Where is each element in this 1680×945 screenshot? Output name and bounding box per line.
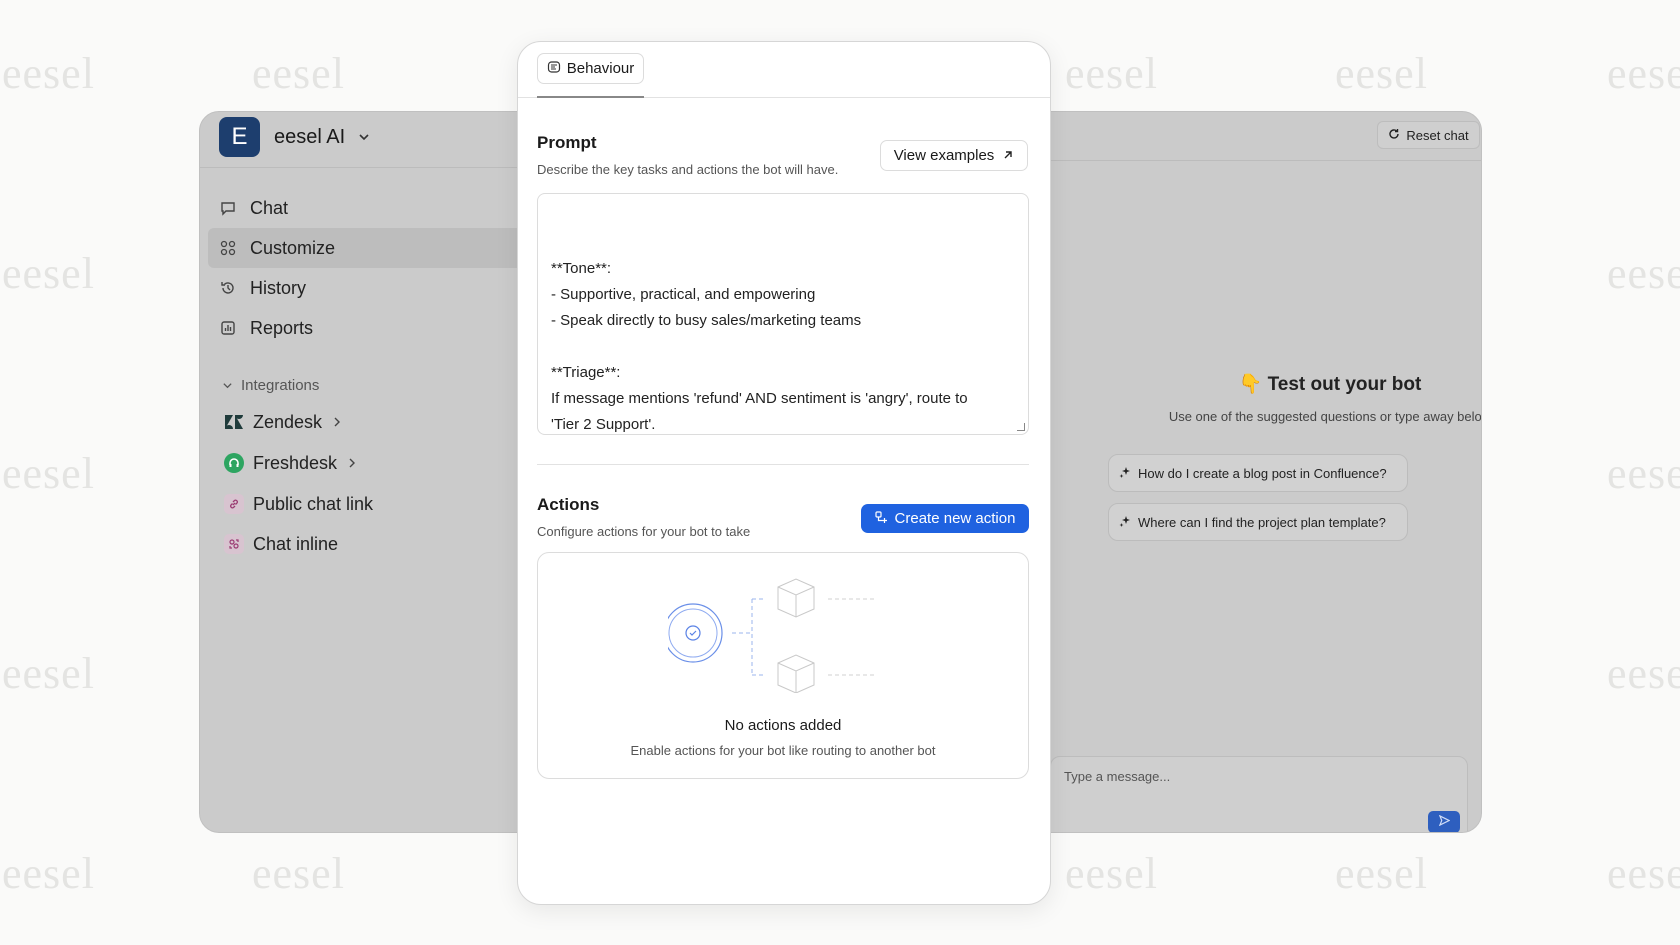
watermark-text: eesel: [1607, 49, 1680, 98]
view-examples-label: View examples: [893, 147, 995, 164]
nav-item-history[interactable]: History: [208, 268, 528, 308]
integration-freshdesk[interactable]: Freshdesk: [224, 447, 357, 479]
send-button[interactable]: [1428, 811, 1460, 832]
nav-item-customize[interactable]: Customize: [208, 228, 528, 268]
zendesk-icon: [224, 412, 244, 432]
nav-item-reports[interactable]: Reports: [208, 308, 528, 348]
test-bot-title: 👇 Test out your bot: [1238, 374, 1422, 395]
watermark-text: eesel: [2, 449, 95, 498]
watermark-text: eesel: [1335, 49, 1428, 98]
tab-active-indicator: [537, 96, 644, 98]
empty-state-title: No actions added: [724, 717, 842, 734]
section-divider: [537, 464, 1029, 465]
nav-label: History: [250, 277, 307, 298]
tab-behaviour[interactable]: Behaviour: [537, 53, 644, 84]
watermark-text: eesel: [1065, 849, 1158, 898]
suggested-question-text: Where can I find the project plan templa…: [1138, 514, 1386, 530]
chat-bubble-icon: [220, 200, 236, 216]
chat-inline-icon: [224, 534, 244, 554]
chevron-down-icon: [358, 130, 370, 146]
integration-chat-inline[interactable]: Chat inline: [224, 528, 338, 560]
suggested-question-text: How do I create a blog post in Confluenc…: [1138, 465, 1387, 481]
test-bot-subtitle: Use one of the suggested questions or ty…: [1168, 409, 1482, 424]
integration-label: Public chat link: [253, 493, 374, 514]
tab-label: Behaviour: [566, 60, 635, 77]
reports-icon: [220, 320, 236, 336]
view-examples-button[interactable]: View examples: [880, 140, 1028, 171]
send-icon: [1438, 814, 1450, 829]
watermark-text: eesel: [2, 249, 95, 298]
prompt-subtitle: Describe the key tasks and actions the b…: [537, 162, 839, 177]
integration-public-chat-link[interactable]: Public chat link: [224, 488, 373, 520]
actions-illustration: [668, 578, 876, 693]
integrations-label: Integrations: [241, 377, 320, 394]
watermark-text: eesel: [1607, 649, 1680, 698]
tab-bar: Behaviour: [518, 42, 1050, 98]
nav-label: Chat: [250, 197, 289, 218]
prompt-title: Prompt: [537, 133, 597, 152]
watermark-text: eesel: [2, 649, 95, 698]
integration-zendesk[interactable]: Zendesk: [224, 406, 342, 438]
message-input-placeholder: Type a message...: [1064, 769, 1171, 784]
chevron-right-icon: [332, 414, 342, 430]
actions-subtitle: Configure actions for your bot to take: [537, 524, 751, 539]
sparkle-icon: [1119, 466, 1131, 481]
prompt-text: **Tone**: - Supportive, practical, and e…: [551, 260, 968, 433]
behaviour-panel: Behaviour Prompt Describe the key tasks …: [517, 41, 1051, 905]
actions-title: Actions: [537, 495, 600, 514]
empty-state-subtitle: Enable actions for your bot like routing…: [630, 743, 936, 758]
external-link-icon: [1002, 148, 1014, 164]
watermark-text: eesel: [252, 49, 345, 98]
create-new-action-button[interactable]: Create new action: [861, 504, 1029, 533]
integrations-toggle[interactable]: Integrations: [222, 377, 319, 394]
link-icon: [224, 494, 244, 514]
chevron-down-icon: [222, 380, 233, 391]
integration-label: Zendesk: [253, 411, 323, 432]
history-icon: [220, 280, 236, 296]
watermark-text: eesel: [252, 849, 345, 898]
message-input[interactable]: Type a message...: [1050, 756, 1468, 832]
resize-handle[interactable]: [1017, 423, 1025, 431]
chevron-right-icon: [347, 455, 357, 471]
prompt-textarea[interactable]: **Tone**: - Supportive, practical, and e…: [537, 193, 1029, 435]
chat-header-divider: [1050, 160, 1481, 161]
reset-chat-label: Reset chat: [1406, 127, 1469, 143]
sparkle-icon: [1119, 515, 1131, 530]
brain-icon: [547, 60, 561, 77]
integration-label: Freshdesk: [253, 452, 338, 473]
watermark-text: eesel: [1607, 449, 1680, 498]
customize-grid-icon: [220, 240, 236, 256]
watermark-text: eesel: [1335, 849, 1428, 898]
org-switcher[interactable]: E eesel AI: [200, 112, 520, 168]
watermark-text: eesel: [1607, 849, 1680, 898]
refresh-icon: [1388, 128, 1400, 143]
nav-item-chat[interactable]: Chat: [208, 188, 528, 228]
create-action-icon: [874, 510, 888, 527]
watermark-text: eesel: [2, 49, 95, 98]
suggested-question[interactable]: Where can I find the project plan templa…: [1108, 503, 1408, 541]
actions-empty-state: No actions added Enable actions for your…: [537, 552, 1029, 779]
freshdesk-icon: [224, 453, 244, 473]
org-logo: E: [219, 117, 260, 157]
reset-chat-button[interactable]: Reset chat: [1377, 121, 1480, 149]
integration-label: Chat inline: [253, 533, 339, 554]
org-name: eesel AI: [274, 126, 346, 148]
watermark-text: eesel: [2, 849, 95, 898]
watermark-text: eesel: [1065, 49, 1158, 98]
suggested-question[interactable]: How do I create a blog post in Confluenc…: [1108, 454, 1408, 492]
nav-label: Reports: [250, 317, 314, 338]
watermark-text: eesel: [1607, 249, 1680, 298]
nav-label: Customize: [250, 237, 336, 258]
create-new-action-label: Create new action: [894, 510, 1016, 527]
